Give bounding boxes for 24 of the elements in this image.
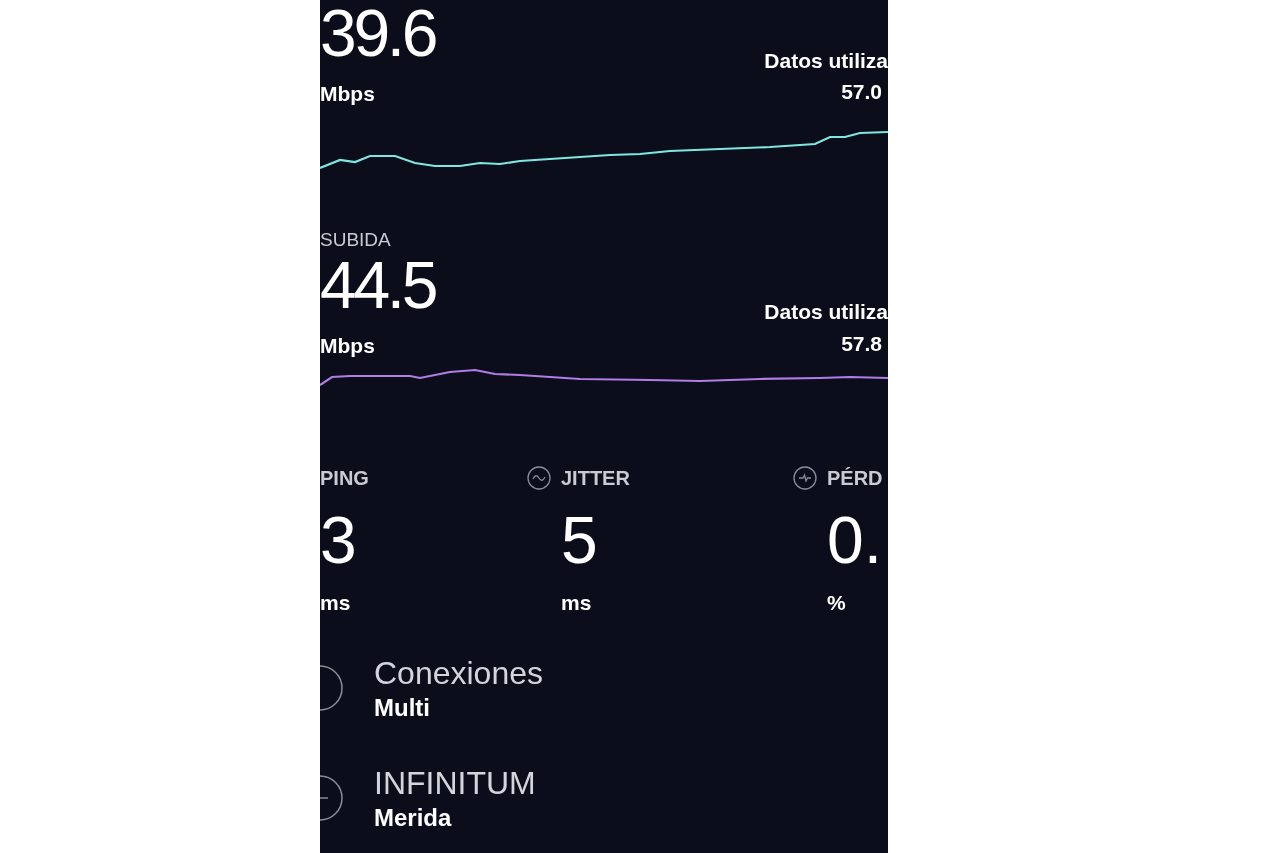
speed-unit: Mbps <box>320 332 375 359</box>
metric-unit: ms <box>561 590 592 616</box>
data-used-label: Datos utiliza <box>764 47 888 74</box>
metric-value: 3 <box>320 507 357 573</box>
metric-label: JITTER <box>561 466 630 491</box>
detail-value: Multi <box>374 692 430 723</box>
data-used-value: 57.0 <box>841 79 882 105</box>
detail-value: Merida <box>374 802 452 833</box>
detail-title: INFINITUM <box>374 763 536 803</box>
data-used-label: Datos utiliza <box>764 299 888 325</box>
metric-unit: % <box>827 590 846 616</box>
section-label: SUBIDA <box>320 229 391 252</box>
metric-label: PÉRD <box>827 466 883 491</box>
wave-icon <box>527 466 551 490</box>
speed-value: 44.5 <box>320 251 436 318</box>
metric-label: PING <box>320 466 369 491</box>
speed-unit: Mbps <box>320 81 375 107</box>
detail-title: Conexiones <box>374 653 543 693</box>
metric-value: 5 <box>561 507 598 573</box>
metric-unit: ms <box>320 590 351 616</box>
data-used-value: 57.8 <box>841 330 882 357</box>
speed-value: 39.6 <box>320 0 436 66</box>
metric-value: 0. <box>827 507 883 573</box>
pulse-icon <box>793 466 817 490</box>
